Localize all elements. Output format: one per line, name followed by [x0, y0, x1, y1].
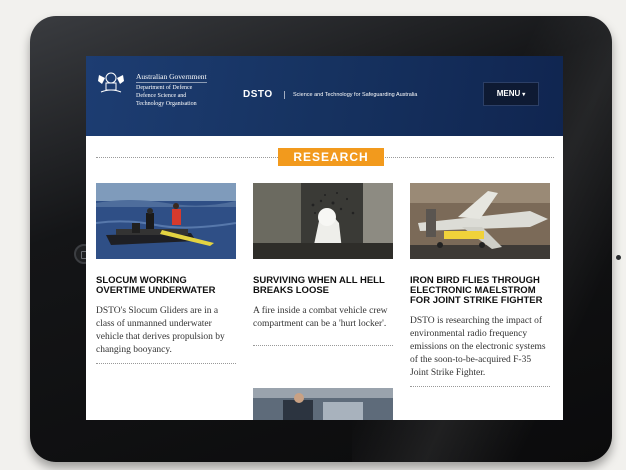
chevron-down-icon: ▾: [522, 92, 526, 98]
divider: [253, 345, 393, 346]
section-label: RESEARCH: [278, 148, 384, 166]
article-image-aircraft[interactable]: [410, 183, 550, 259]
article-image-glider[interactable]: [96, 183, 236, 259]
article-image-explosion[interactable]: [253, 183, 393, 259]
divider: [410, 386, 550, 387]
menu-button[interactable]: MENU ▾: [483, 82, 539, 106]
tagline: Science and Technology for Safeguarding …: [284, 91, 417, 99]
article-card[interactable]: IRON BIRD FLIES THROUGH ELECTRONIC MAELS…: [410, 183, 550, 387]
article-title[interactable]: SLOCUM WORKING OVERTIME UNDERWATER: [96, 276, 236, 296]
camera-icon: [616, 255, 621, 260]
tablet-screen: Australian Government Department of Defe…: [86, 56, 563, 420]
gov-line-2: Department of Defence: [136, 82, 207, 92]
article-title[interactable]: IRON BIRD FLIES THROUGH ELECTRONIC MAELS…: [410, 276, 550, 306]
site-header: Australian Government Department of Defe…: [86, 56, 563, 136]
section-header: RESEARCH: [96, 148, 554, 166]
article-card[interactable]: SLOCUM WORKING OVERTIME UNDERWATER DSTO'…: [96, 183, 236, 364]
coat-of-arms-icon: [98, 72, 124, 93]
brand-logo[interactable]: DSTO: [243, 89, 273, 100]
article-image-next[interactable]: [253, 388, 393, 420]
article-summary: A fire inside a combat vehicle crew comp…: [253, 306, 388, 329]
gov-line-1: Australian Government: [136, 72, 207, 81]
article-summary: DSTO is researching the impact of enviro…: [410, 316, 546, 378]
article-card[interactable]: SURVIVING WHEN ALL HELL BREAKS LOOSE A f…: [253, 183, 393, 346]
government-branding[interactable]: Australian Government Department of Defe…: [136, 73, 207, 108]
article-summary: DSTO's Slocum Gliders are in a class of …: [96, 306, 225, 355]
gov-line-3: Defence Science and: [136, 93, 187, 99]
gov-line-4: Technology Organisation: [136, 101, 197, 107]
menu-label: MENU: [496, 89, 521, 98]
article-title[interactable]: SURVIVING WHEN ALL HELL BREAKS LOOSE: [253, 276, 393, 296]
divider: [96, 363, 236, 364]
